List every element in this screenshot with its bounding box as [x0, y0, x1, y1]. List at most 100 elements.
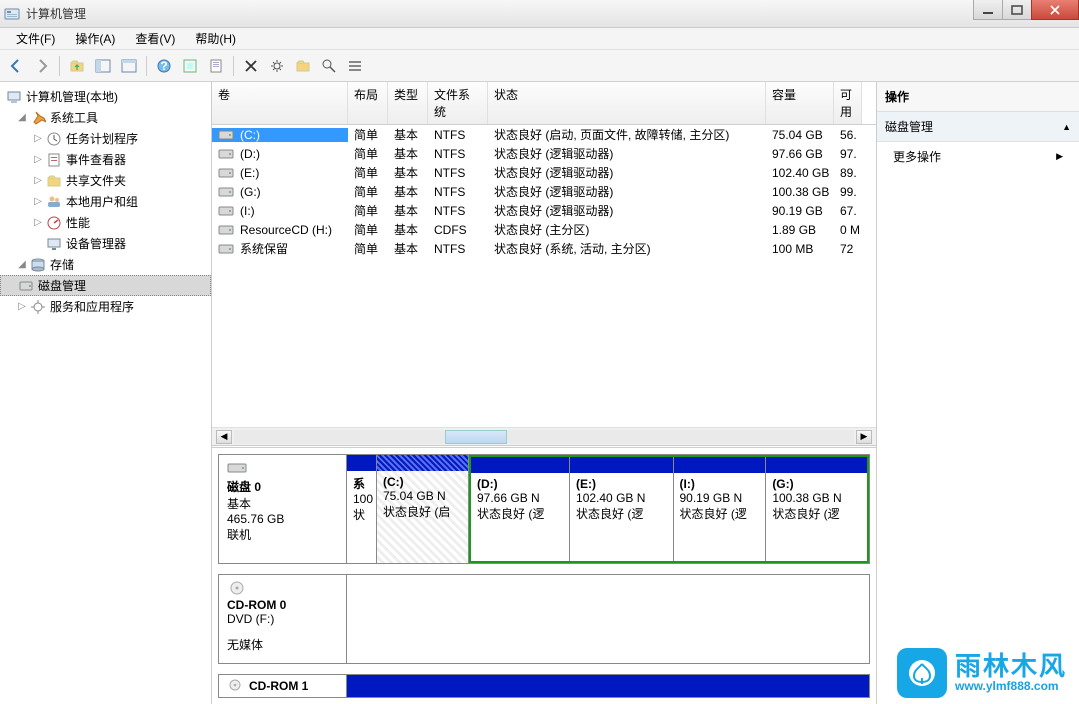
- tree-devmgr[interactable]: 设备管理器: [0, 233, 211, 254]
- menu-actions[interactable]: 操作(A): [65, 28, 125, 49]
- volume-free: 97.: [834, 147, 862, 161]
- partition-c[interactable]: (C:) 75.04 GB N 状态良好 (启: [377, 455, 469, 563]
- tree-perf[interactable]: ▷ 性能: [0, 212, 211, 233]
- disk0-block[interactable]: 磁盘 0 基本 465.76 GB 联机 系 100 状: [218, 454, 870, 564]
- volume-layout: 简单: [348, 183, 388, 200]
- menu-help[interactable]: 帮助(H): [185, 28, 246, 49]
- volume-layout: 简单: [348, 240, 388, 257]
- volume-row[interactable]: (E:)简单基本NTFS状态良好 (逻辑驱动器)102.40 GB89.: [212, 163, 876, 182]
- col-status[interactable]: 状态: [488, 82, 766, 124]
- toolbar-separator: [59, 56, 60, 76]
- menu-view[interactable]: 查看(V): [125, 28, 185, 49]
- tree-storage[interactable]: ◢ 存储: [0, 254, 211, 275]
- volume-type: 基本: [388, 145, 428, 162]
- tree-root[interactable]: 计算机管理(本地): [0, 86, 211, 107]
- close-button[interactable]: [1031, 0, 1079, 20]
- col-volume[interactable]: 卷: [212, 82, 348, 124]
- volume-fs: NTFS: [428, 147, 488, 161]
- export-button[interactable]: [204, 54, 228, 78]
- volume-type: 基本: [388, 221, 428, 238]
- cdrom1-block[interactable]: CD-ROM 1: [218, 674, 870, 698]
- show-hide-tree-button[interactable]: [91, 54, 115, 78]
- event-icon: [46, 152, 62, 168]
- volume-row[interactable]: 系统保留简单基本NTFS状态良好 (系统, 活动, 主分区)100 MB72: [212, 239, 876, 258]
- tree-shared[interactable]: ▷ 共享文件夹: [0, 170, 211, 191]
- actions-more[interactable]: 更多操作 ▶: [877, 142, 1079, 171]
- window-title: 计算机管理: [26, 5, 1075, 22]
- refresh-button[interactable]: [178, 54, 202, 78]
- volume-row[interactable]: (D:)简单基本NTFS状态良好 (逻辑驱动器)97.66 GB97.: [212, 144, 876, 163]
- menu-file[interactable]: 文件(F): [6, 28, 65, 49]
- volume-row[interactable]: ResourceCD (H:)简单基本CDFS状态良好 (主分区)1.89 GB…: [212, 220, 876, 239]
- up-button[interactable]: [65, 54, 89, 78]
- col-capacity[interactable]: 容量: [766, 82, 834, 124]
- expand-icon[interactable]: ▷: [32, 217, 44, 228]
- volume-fs: NTFS: [428, 242, 488, 256]
- volume-row[interactable]: (I:)简单基本NTFS状态良好 (逻辑驱动器)90.19 GB67.: [212, 201, 876, 220]
- tree-label: 性能: [66, 214, 90, 231]
- services-icon: [30, 299, 46, 315]
- tree-label: 任务计划程序: [66, 130, 138, 147]
- partition-i[interactable]: (I:) 90.19 GB N 状态良好 (逻: [674, 457, 767, 561]
- list-button[interactable]: [343, 54, 367, 78]
- expand-icon[interactable]: ▷: [32, 154, 44, 165]
- col-layout[interactable]: 布局: [348, 82, 388, 124]
- volume-icon: [218, 167, 234, 179]
- tree-label: 事件查看器: [66, 151, 126, 168]
- volume-row[interactable]: (C:)简单基本NTFS状态良好 (启动, 页面文件, 故障转储, 主分区)75…: [212, 125, 876, 144]
- partition-e[interactable]: (E:) 102.40 GB N 状态良好 (逻: [570, 457, 673, 561]
- scroll-right-button[interactable]: ▶: [856, 430, 872, 444]
- collapse-icon[interactable]: ◢: [16, 112, 28, 123]
- col-fs[interactable]: 文件系统: [428, 82, 488, 124]
- col-free[interactable]: 可用: [834, 82, 862, 124]
- settings-button[interactable]: [265, 54, 289, 78]
- actions-subtitle[interactable]: 磁盘管理 ▲: [877, 112, 1079, 142]
- cdrom1-partition[interactable]: [347, 675, 869, 697]
- scroll-thumb[interactable]: [445, 430, 507, 444]
- delete-button[interactable]: [239, 54, 263, 78]
- volume-type: 基本: [388, 126, 428, 143]
- partition-d[interactable]: (D:) 97.66 GB N 状态良好 (逻: [471, 457, 570, 561]
- volume-columns[interactable]: 卷 布局 类型 文件系统 状态 容量 可用: [212, 82, 876, 125]
- tree-diskmgmt[interactable]: 磁盘管理: [0, 275, 211, 296]
- forward-button[interactable]: [30, 54, 54, 78]
- help-button[interactable]: ?: [152, 54, 176, 78]
- volume-layout: 简单: [348, 126, 388, 143]
- tree-systools[interactable]: ◢ 系统工具: [0, 107, 211, 128]
- watermark: 雨林木风 www.ylmf888.com: [897, 648, 1067, 698]
- cdrom1-label: CD-ROM 1: [249, 679, 308, 693]
- partition-system-reserved[interactable]: 系 100 状: [347, 455, 377, 563]
- disk-map: 磁盘 0 基本 465.76 GB 联机 系 100 状: [212, 445, 876, 704]
- navigation-tree[interactable]: 计算机管理(本地) ◢ 系统工具 ▷ 任务计划程序 ▷ 事件查看器 ▷ 共享文件…: [0, 82, 212, 704]
- scroll-left-button[interactable]: ◀: [216, 430, 232, 444]
- chevron-right-icon: ▶: [1056, 151, 1063, 162]
- volume-capacity: 97.66 GB: [766, 147, 834, 161]
- volume-row[interactable]: (G:)简单基本NTFS状态良好 (逻辑驱动器)100.38 GB99.: [212, 182, 876, 201]
- cdrom0-block[interactable]: CD-ROM 0 DVD (F:) 无媒体: [218, 574, 870, 664]
- open-button[interactable]: [291, 54, 315, 78]
- scroll-track[interactable]: [234, 430, 854, 444]
- tree-users[interactable]: ▷ 本地用户和组: [0, 191, 211, 212]
- tree-eventviewer[interactable]: ▷ 事件查看器: [0, 149, 211, 170]
- expand-icon[interactable]: ▷: [32, 133, 44, 144]
- volume-capacity: 100 MB: [766, 242, 834, 256]
- horizontal-scrollbar[interactable]: ◀ ▶: [212, 427, 876, 445]
- tree-services[interactable]: ▷ 服务和应用程序: [0, 296, 211, 317]
- zoom-button[interactable]: [317, 54, 341, 78]
- volume-fs: NTFS: [428, 166, 488, 180]
- tree-scheduler[interactable]: ▷ 任务计划程序: [0, 128, 211, 149]
- expand-icon[interactable]: ▷: [32, 175, 44, 186]
- properties-button[interactable]: [117, 54, 141, 78]
- volume-name: 系统保留: [240, 240, 288, 257]
- collapse-icon[interactable]: ◢: [16, 259, 28, 270]
- partition-g[interactable]: (G:) 100.38 GB N 状态良好 (逻: [766, 457, 867, 561]
- volume-list[interactable]: (C:)简单基本NTFS状态良好 (启动, 页面文件, 故障转储, 主分区)75…: [212, 125, 876, 258]
- col-type[interactable]: 类型: [388, 82, 428, 124]
- back-button[interactable]: [4, 54, 28, 78]
- minimize-button[interactable]: [973, 0, 1003, 20]
- maximize-button[interactable]: [1002, 0, 1032, 20]
- tree-label: 服务和应用程序: [50, 298, 134, 315]
- expand-icon[interactable]: ▷: [16, 301, 28, 312]
- volume-status: 状态良好 (逻辑驱动器): [488, 145, 766, 162]
- expand-icon[interactable]: ▷: [32, 196, 44, 207]
